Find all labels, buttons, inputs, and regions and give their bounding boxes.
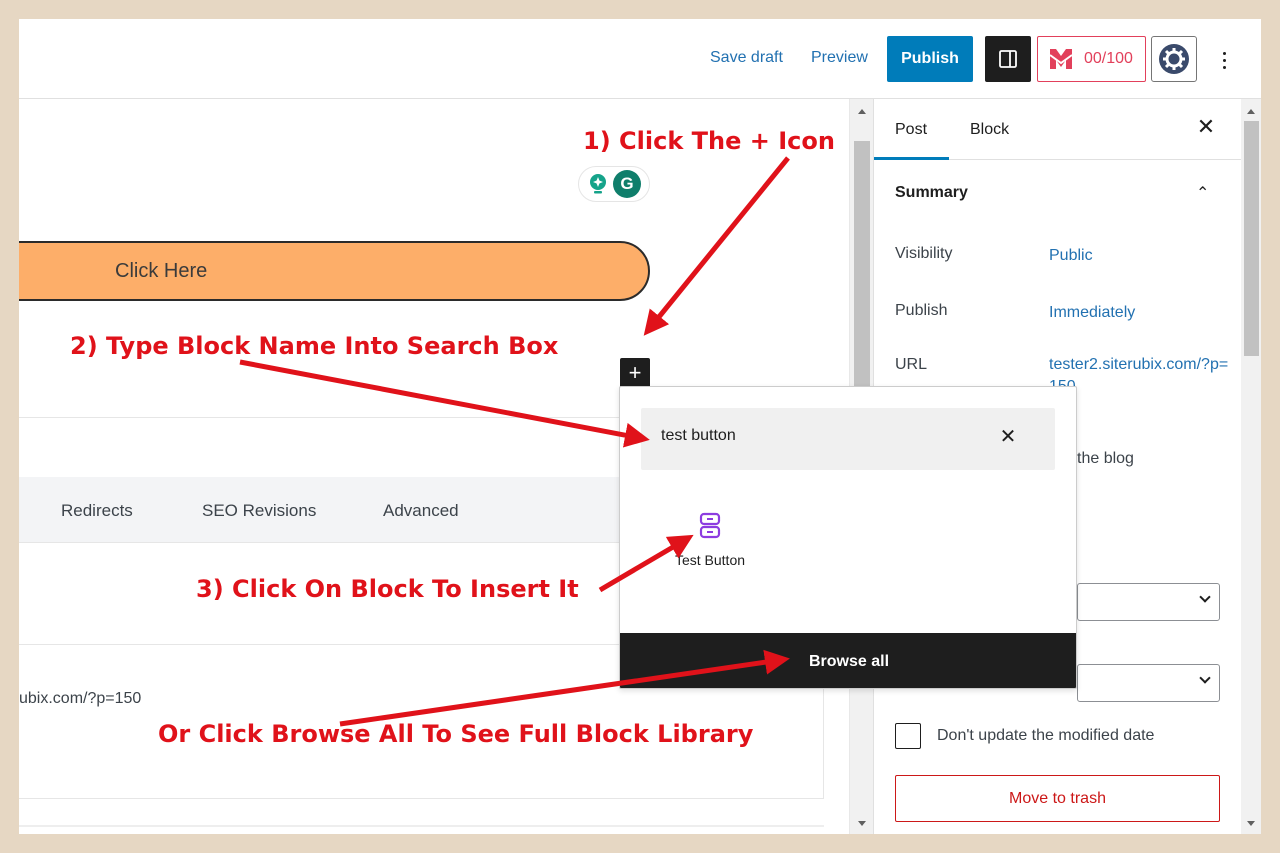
publish-button[interactable]: Publish bbox=[887, 36, 973, 82]
browse-all-button[interactable]: Browse all bbox=[620, 633, 1076, 688]
block-search-input[interactable] bbox=[661, 427, 981, 445]
scroll-down-icon[interactable] bbox=[1247, 821, 1255, 826]
clear-search-button[interactable]: ✕ bbox=[996, 425, 1020, 449]
seo-score-button[interactable]: 00/100 bbox=[1037, 36, 1146, 82]
active-tab-indicator bbox=[874, 157, 949, 160]
publish-value[interactable]: Immediately bbox=[1049, 302, 1229, 324]
dont-update-date-label[interactable]: Don't update the modified date bbox=[937, 727, 1154, 745]
block-result-test-button[interactable]: Test Button bbox=[660, 512, 760, 592]
button-block[interactable]: Click Here bbox=[19, 241, 650, 301]
block-inserter-popover: ✕ Test Button Browse all bbox=[619, 386, 1077, 689]
close-icon: ✕ bbox=[1196, 114, 1216, 139]
more-vertical-icon bbox=[1222, 51, 1226, 55]
button-block-label[interactable]: Click Here bbox=[115, 260, 207, 283]
scrollbar-thumb[interactable] bbox=[1244, 121, 1259, 356]
block-result-label: Test Button bbox=[674, 552, 746, 568]
chevron-down-icon bbox=[1199, 591, 1211, 603]
scroll-up-icon[interactable] bbox=[858, 109, 866, 114]
seo-plugin-logo-icon bbox=[1049, 49, 1073, 69]
annotation-step-2: 2) Type Block Name Into Search Box bbox=[70, 332, 559, 360]
scroll-up-icon[interactable] bbox=[1247, 109, 1255, 114]
editor-header: Save draft Preview Publish 00/100 bbox=[19, 19, 1261, 99]
publish-label: Publish bbox=[895, 302, 948, 319]
tab-block[interactable]: Block bbox=[970, 121, 1009, 139]
visibility-value[interactable]: Public bbox=[1049, 245, 1229, 267]
block-inserter-toggle[interactable]: + bbox=[620, 358, 650, 388]
close-sidebar-button[interactable]: ✕ bbox=[1194, 115, 1218, 139]
annotation-step-1: 1) Click The + Icon bbox=[583, 127, 835, 155]
summary-panel-title[interactable]: Summary bbox=[895, 184, 968, 202]
block-search-box[interactable]: ✕ bbox=[641, 408, 1055, 470]
button-block-icon bbox=[699, 512, 721, 539]
annotation-step-3: 3) Click On Block To Insert It bbox=[196, 575, 579, 603]
plus-icon: + bbox=[628, 360, 642, 385]
grammarly-logo-icon: G bbox=[613, 170, 641, 198]
preview-button[interactable]: Preview bbox=[811, 49, 868, 67]
sidebar-tabs: Post Block ✕ bbox=[874, 99, 1242, 160]
author-select[interactable] bbox=[1077, 664, 1220, 702]
chevron-down-icon bbox=[1199, 672, 1211, 684]
permalink-text: ubix.com/?p=150 bbox=[19, 690, 142, 707]
stick-to-top-label: the blog bbox=[1077, 450, 1134, 467]
sidebar-toggle-button[interactable] bbox=[985, 36, 1031, 82]
sidebar-toggle-icon bbox=[999, 50, 1017, 68]
more-options-button[interactable] bbox=[1214, 45, 1234, 75]
divider bbox=[19, 798, 824, 799]
scroll-down-icon[interactable] bbox=[858, 821, 866, 826]
sidebar-scrollbar[interactable] bbox=[1241, 99, 1261, 834]
chevron-up-icon[interactable]: ⌃ bbox=[1196, 183, 1209, 203]
tab-advanced[interactable]: Advanced bbox=[383, 501, 459, 521]
grammarly-widget[interactable]: G bbox=[578, 166, 650, 202]
annotation-step-4: Or Click Browse All To See Full Block Li… bbox=[158, 720, 754, 748]
lightbulb-icon bbox=[590, 174, 606, 194]
tab-post[interactable]: Post bbox=[895, 121, 927, 139]
visibility-label: Visibility bbox=[895, 245, 953, 262]
tab-redirects[interactable]: Redirects bbox=[61, 501, 133, 521]
dont-update-date-checkbox[interactable] bbox=[895, 723, 921, 749]
plugin-gear-icon bbox=[1159, 44, 1189, 74]
post-format-select[interactable] bbox=[1077, 583, 1220, 621]
divider bbox=[19, 825, 824, 827]
tab-seo-revisions[interactable]: SEO Revisions bbox=[202, 501, 316, 521]
scrollbar-thumb[interactable] bbox=[854, 141, 870, 388]
save-draft-button[interactable]: Save draft bbox=[710, 49, 783, 67]
close-icon: ✕ bbox=[999, 426, 1017, 448]
seo-score-value: 00/100 bbox=[1084, 50, 1133, 67]
plugin-settings-button[interactable] bbox=[1151, 36, 1197, 82]
url-label: URL bbox=[895, 356, 928, 373]
move-to-trash-button[interactable]: Move to trash bbox=[895, 775, 1220, 822]
